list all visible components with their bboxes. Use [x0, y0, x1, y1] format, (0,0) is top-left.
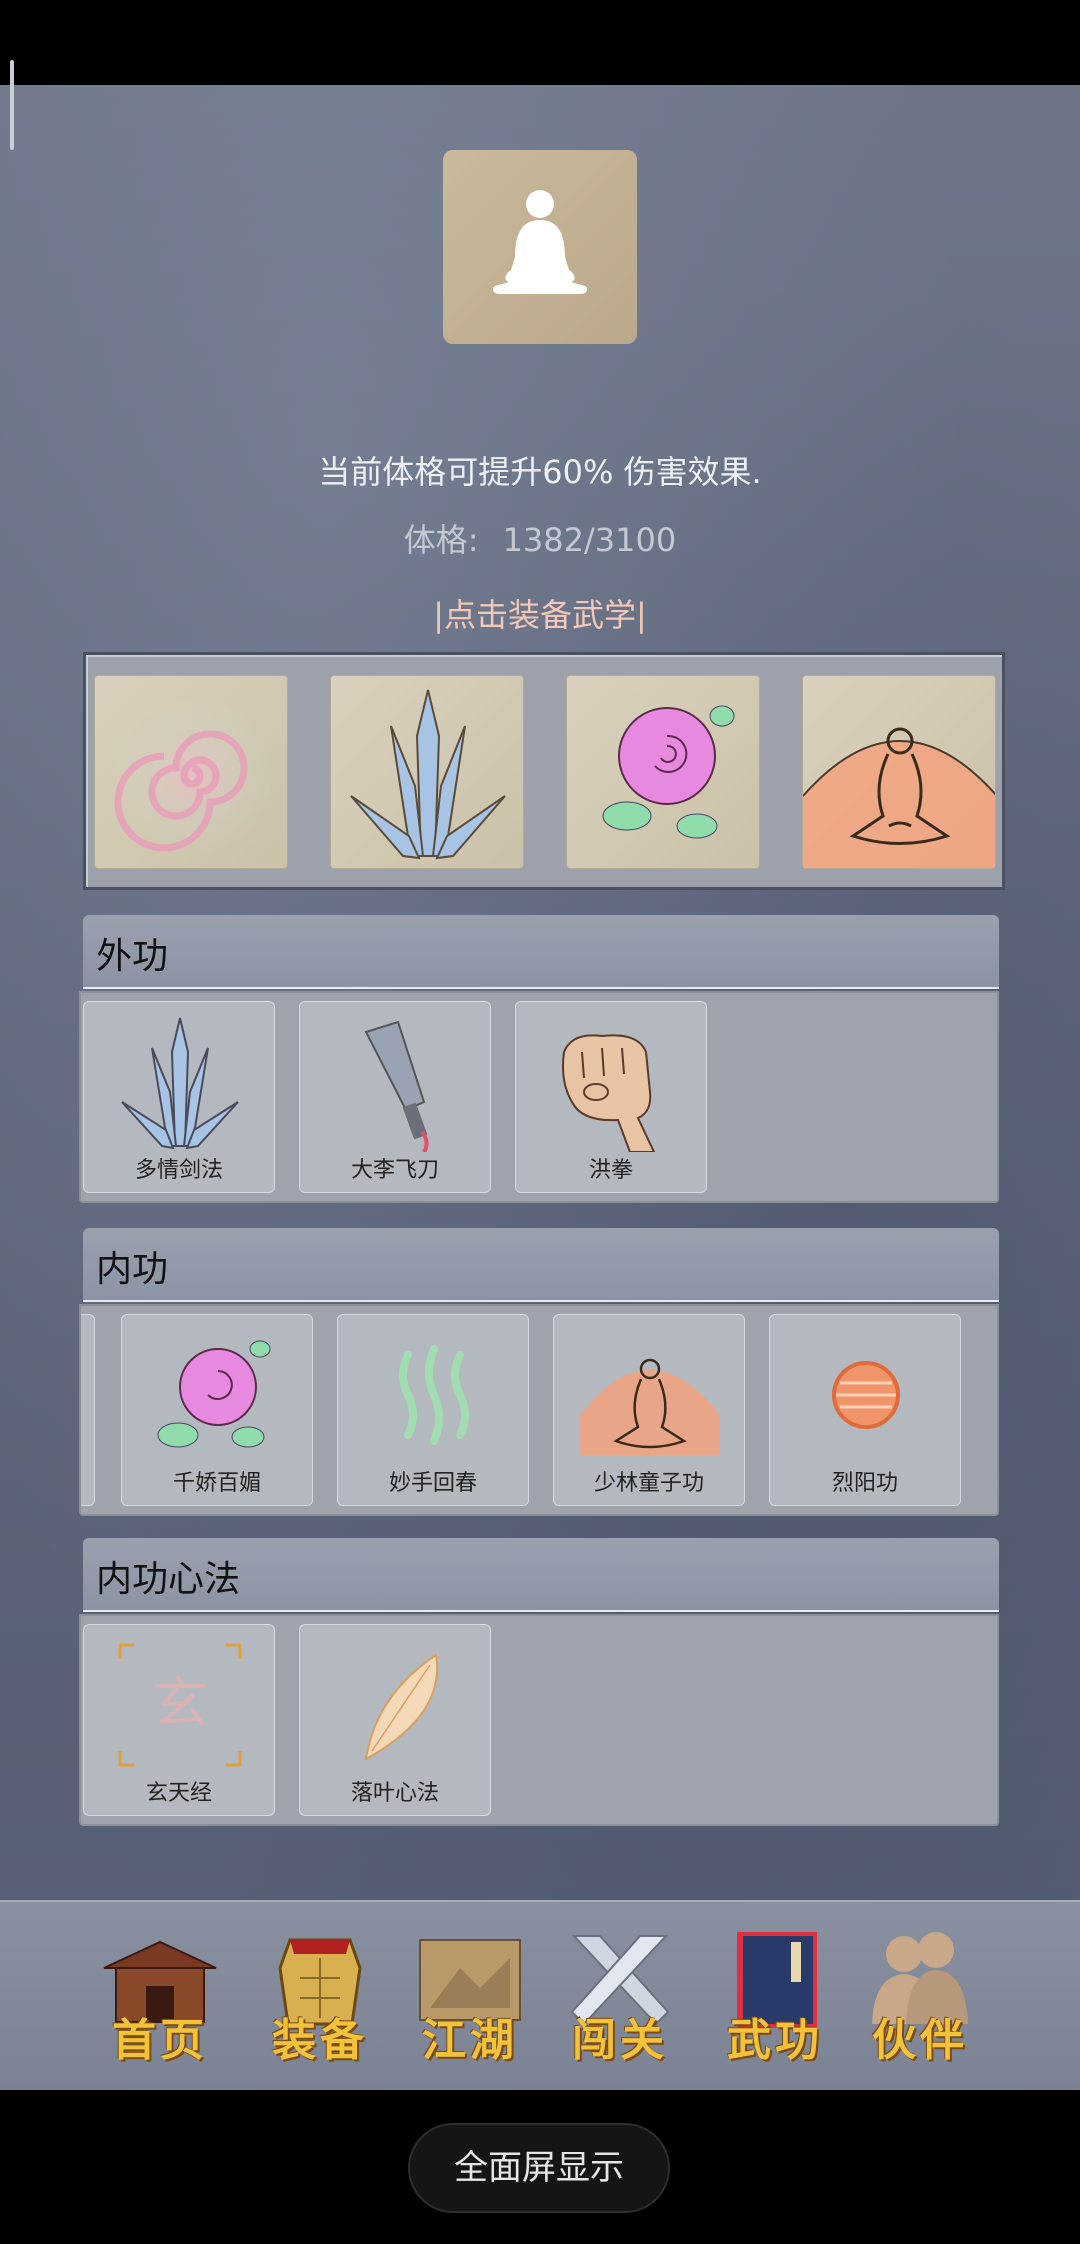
- skill-name: 洪拳: [588, 1158, 633, 1183]
- skill-card[interactable]: 千娇百媚: [121, 1314, 313, 1506]
- nav-label: 江湖: [422, 2015, 518, 2066]
- section-body-external: 多情剑法 大李飞刀 洪拳: [79, 991, 999, 1203]
- rose-icon: [602, 705, 735, 839]
- nav-martial-arts[interactable]: 武功: [710, 1928, 840, 2068]
- skill-card[interactable]: 妙手回春: [337, 1314, 529, 1506]
- system-bar: 全面屏显示: [0, 2090, 1080, 2244]
- nav-equipment[interactable]: 装备: [255, 1928, 385, 2068]
- xuan-glyph-icon: 玄: [118, 1643, 242, 1767]
- section-body-internal: 千娇百媚 妙手回春 少林童子功 烈阳功: [79, 1304, 999, 1516]
- skill-name: 千娇百媚: [172, 1471, 261, 1496]
- equipped-slot[interactable]: [94, 675, 288, 869]
- skill-card-partial[interactable]: [81, 1314, 95, 1506]
- skill-card[interactable]: 烈阳功: [769, 1314, 961, 1506]
- equipped-slot[interactable]: [802, 675, 996, 869]
- section-header-internal: 内功: [83, 1228, 999, 1302]
- nav-label: 装备: [272, 2015, 368, 2066]
- skill-card[interactable]: 玄 玄天经: [83, 1624, 275, 1816]
- sword-icon: [121, 1017, 239, 1150]
- section-title: 外功: [96, 936, 169, 977]
- meditation-icon: [580, 1358, 720, 1455]
- sword-icon: [350, 689, 506, 860]
- section-title: 内功心法: [96, 1559, 241, 1600]
- skill-name: 烈阳功: [831, 1471, 898, 1496]
- sun-orb-icon: [832, 1361, 900, 1429]
- meditating-figure-icon: [492, 190, 588, 294]
- meditation-icon: [803, 727, 995, 868]
- skill-name: 妙手回春: [388, 1471, 477, 1496]
- skill-name: 少林童子功: [593, 1471, 704, 1496]
- skill-name: 玄天经: [145, 1781, 212, 1806]
- section-header-mind-method: 内功心法: [83, 1538, 999, 1612]
- character-avatar[interactable]: [443, 150, 637, 344]
- section-body-mind-method: 玄 玄天经 落叶心法: [79, 1614, 999, 1826]
- skill-card[interactable]: 大李飞刀: [299, 1001, 491, 1193]
- skill-name: 多情剑法: [134, 1158, 223, 1183]
- skill-card[interactable]: 落叶心法: [299, 1624, 491, 1816]
- nav-label: 闯关: [572, 2015, 668, 2066]
- stat-description: 当前体格可提升60% 伤害效果.: [318, 453, 762, 491]
- nav-label: 武功: [727, 2015, 823, 2066]
- skill-name: 落叶心法: [350, 1781, 439, 1806]
- equipped-slot[interactable]: [330, 675, 524, 869]
- fullscreen-button[interactable]: 全面屏显示: [408, 2123, 670, 2213]
- nav-label: 伙伴: [872, 2015, 968, 2066]
- xuan-glyph: 玄: [152, 1672, 208, 1737]
- status-bar: [0, 0, 1080, 85]
- section-header-external: 外功: [83, 915, 999, 989]
- equipped-slot[interactable]: [566, 675, 760, 869]
- nav-world[interactable]: 江湖: [405, 1928, 535, 2068]
- game-area: 当前体格可提升60% 伤害效果. 体格: 1382/3100 |点击装备武学|: [0, 85, 1080, 2092]
- constitution-stat: 体格: 1382/3100: [0, 515, 1080, 561]
- leaf-icon: [364, 1653, 439, 1761]
- nav-label: 首页: [112, 2015, 208, 2066]
- dagger-icon: [364, 1020, 429, 1152]
- nav-companions[interactable]: 伙伴: [855, 1928, 985, 2068]
- nav-home[interactable]: 首页: [95, 1928, 225, 2068]
- stat-label: 体格:: [403, 521, 479, 559]
- scroll-handle[interactable]: [10, 60, 14, 150]
- nav-challenge[interactable]: 闯关: [555, 1928, 685, 2068]
- bottom-nav: 首页 装备 江湖 闯关 武功 伙伴: [0, 1900, 1080, 2092]
- fist-icon: [562, 1034, 656, 1152]
- skill-name: 大李飞刀: [350, 1158, 439, 1183]
- stat-value: 1382/3100: [502, 521, 677, 559]
- rose-icon: [157, 1340, 271, 1448]
- steam-icon: [399, 1345, 469, 1445]
- skill-card[interactable]: 多情剑法: [83, 1001, 275, 1193]
- equip-skill-link[interactable]: |点击装备武学|: [0, 590, 1080, 636]
- spiral-icon: [112, 696, 272, 856]
- skill-card[interactable]: 少林童子功: [553, 1314, 745, 1506]
- skill-card[interactable]: 洪拳: [515, 1001, 707, 1193]
- section-title: 内功: [96, 1249, 169, 1290]
- equipped-skills-strip: [83, 652, 1005, 890]
